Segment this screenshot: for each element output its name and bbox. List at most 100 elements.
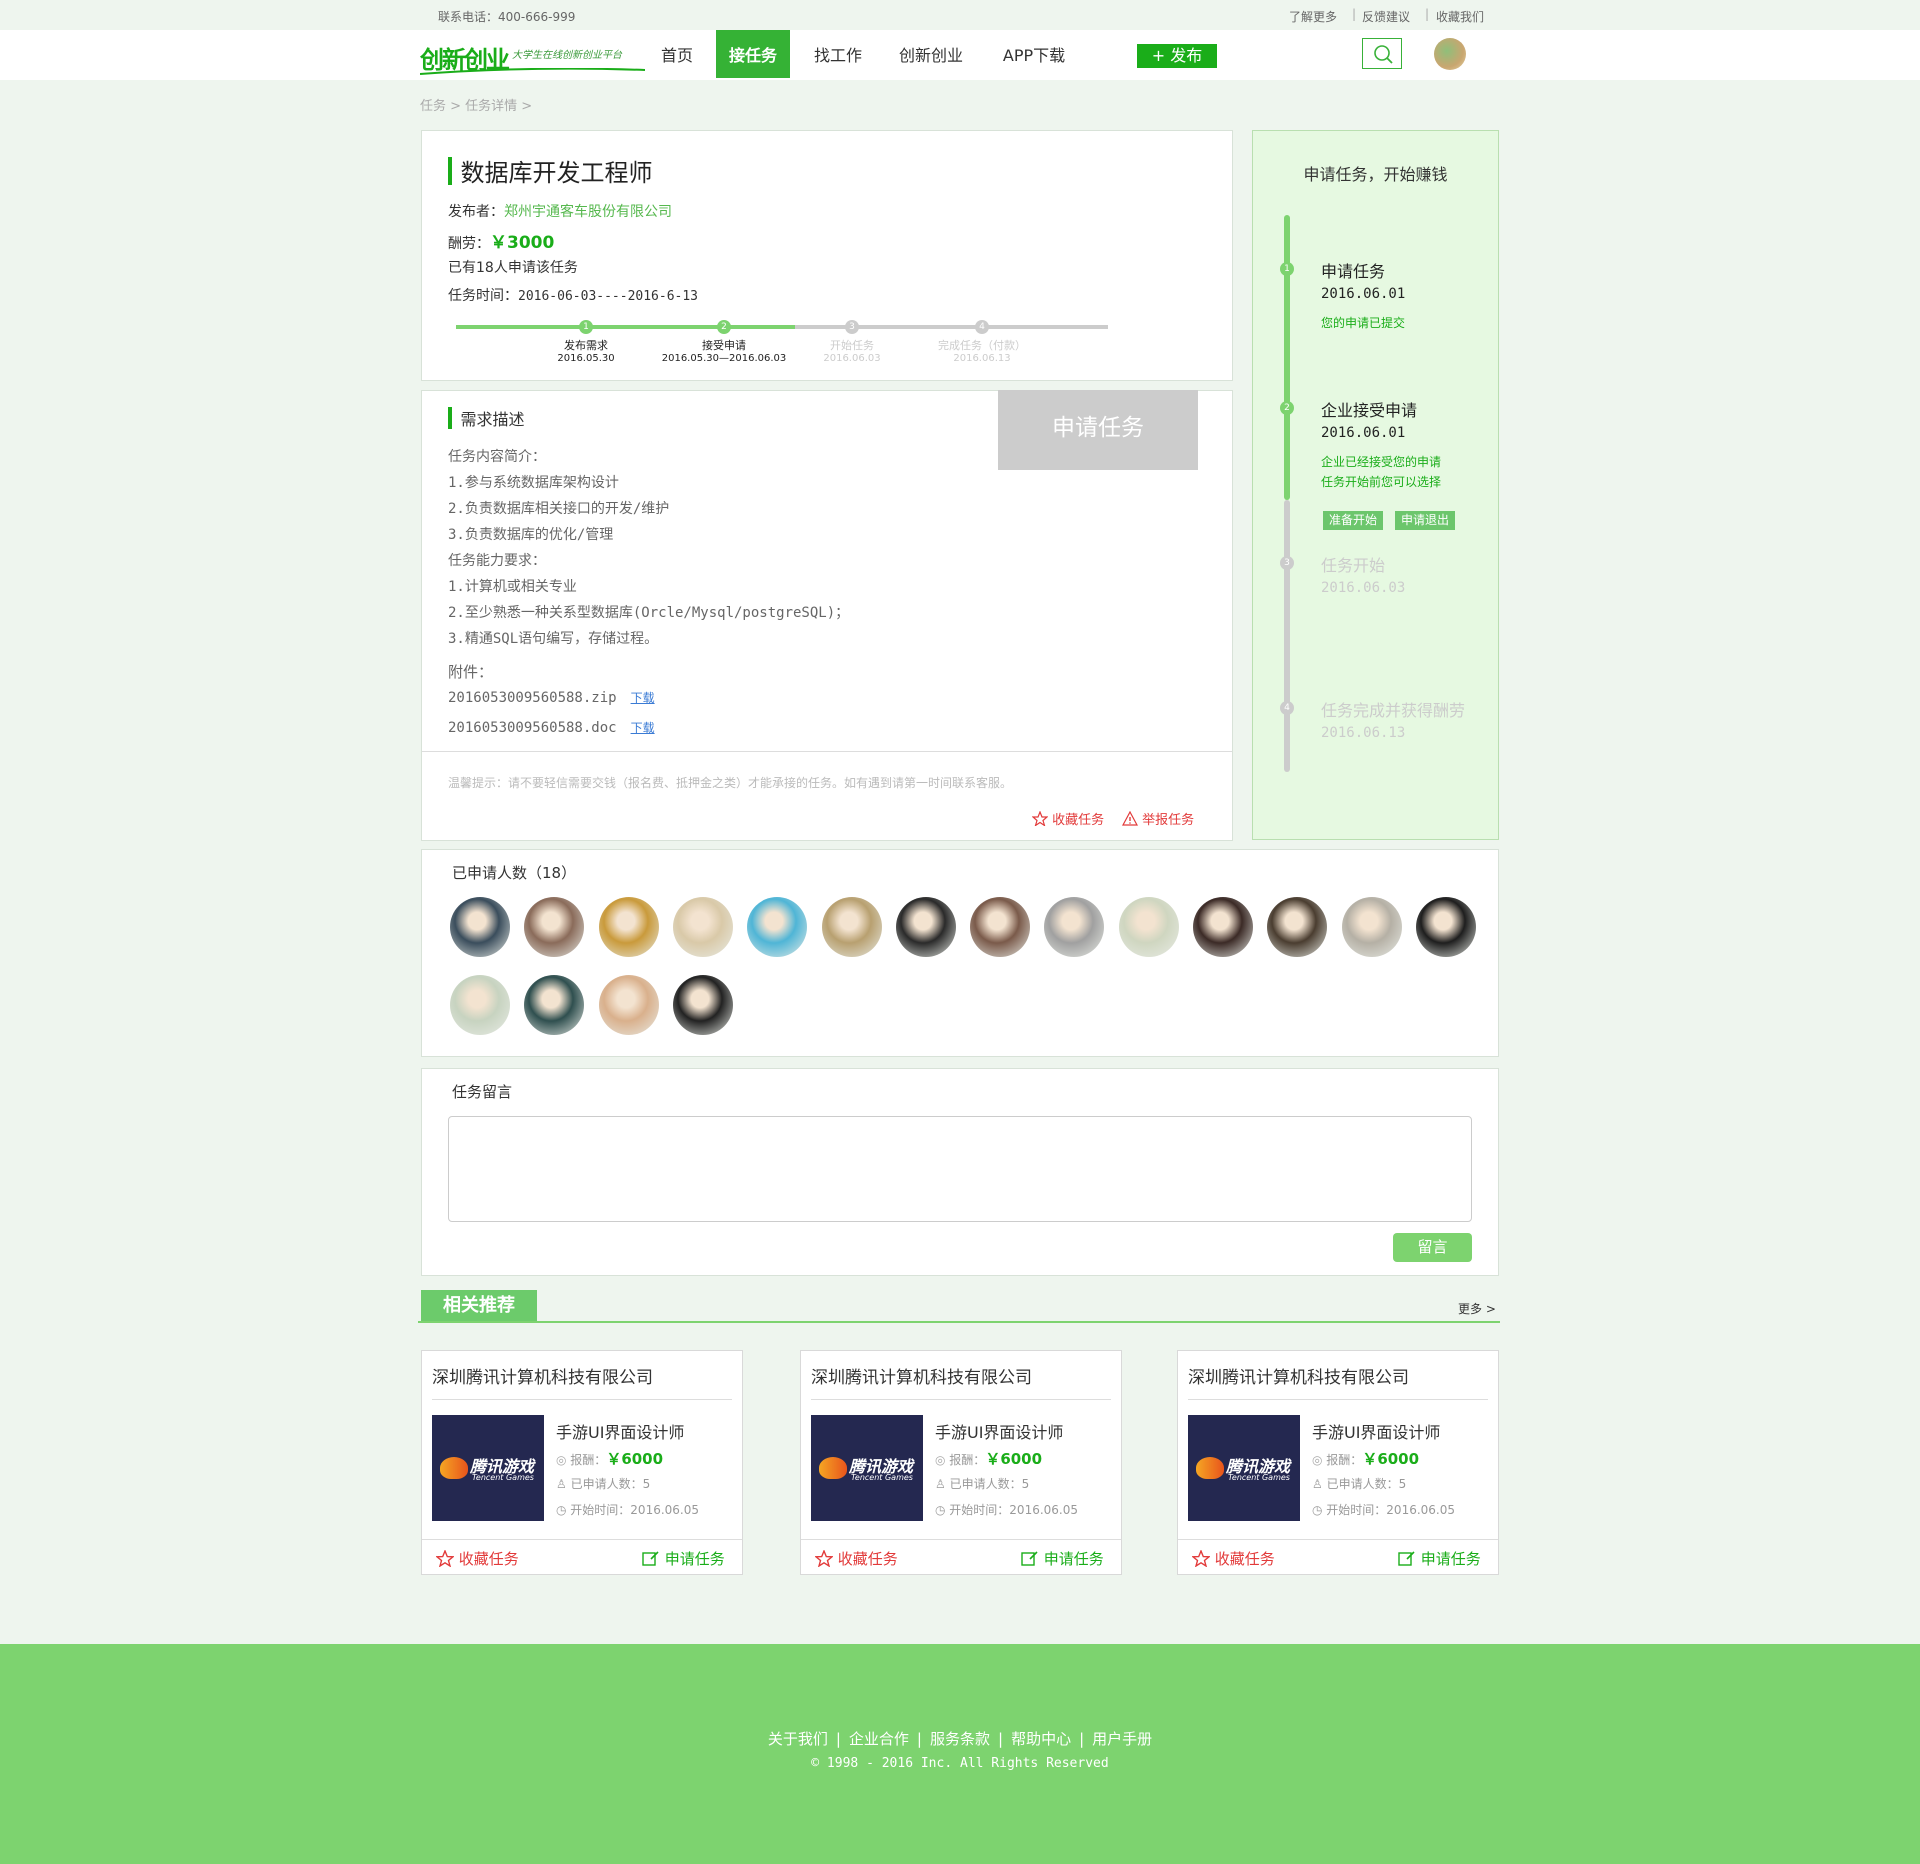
attachments-label: 附件：	[448, 663, 494, 681]
time-label: 任务时间：	[448, 288, 518, 304]
comment-panel: 任务留言 留言	[421, 1068, 1499, 1276]
description-line: 任务能力要求：	[448, 553, 546, 569]
related-more-link[interactable]: 更多 >	[1458, 1300, 1496, 1317]
comment-textarea[interactable]	[448, 1116, 1472, 1222]
user-avatar[interactable]	[1434, 38, 1466, 70]
nav-home[interactable]: 首页	[648, 30, 706, 78]
collect-label: 收藏任务	[1214, 1550, 1275, 1568]
related-card[interactable]: 深圳腾讯计算机科技有限公司 腾讯游戏 Tencent Games 手游UI界面设计师 ◎…	[1177, 1350, 1499, 1575]
related-heading: 相关推荐	[421, 1290, 537, 1322]
progress-fill	[456, 325, 796, 329]
nav-app-download[interactable]: APP下载	[992, 30, 1076, 78]
collect-task-link[interactable]: 收藏任务	[814, 1548, 898, 1569]
applicant-avatar[interactable]	[524, 975, 585, 1035]
apply-task-link[interactable]: 申请任务	[1398, 1548, 1481, 1569]
description-heading: 需求描述	[460, 410, 525, 429]
footer-link[interactable]: 企业合作	[849, 1730, 909, 1748]
footer-link[interactable]: 关于我们	[768, 1730, 828, 1748]
divider: |	[835, 1730, 841, 1748]
publish-button[interactable]: + 发布	[1137, 44, 1217, 68]
nav-innovation[interactable]: 创新创业	[890, 30, 972, 78]
report-task-link[interactable]: 举报任务	[1121, 809, 1194, 828]
applicant-avatar[interactable]	[747, 897, 808, 957]
timeline-step-date: 2016.06.01	[1321, 425, 1406, 441]
start-text: 开始时间：2016.06.05	[949, 1503, 1079, 1517]
collect-task-link[interactable]: 收藏任务	[435, 1548, 519, 1569]
progress-step-dot: 2	[717, 320, 731, 334]
download-link[interactable]: 下载	[631, 721, 655, 735]
related-job-title: 手游UI界面设计师	[556, 1423, 685, 1442]
nav-tasks[interactable]: 接任务	[716, 30, 790, 78]
applicant-avatar[interactable]	[1267, 897, 1328, 957]
applicant-avatar[interactable]	[895, 897, 956, 957]
footer-link[interactable]: 服务条款	[930, 1730, 990, 1748]
site-logo[interactable]: 创新创业 大学生在线创新创业平台	[420, 38, 645, 75]
tencent-games-logo: 腾讯游戏 Tencent Games	[432, 1415, 544, 1521]
applicant-avatar[interactable]	[672, 897, 733, 957]
apply-steps-sidebar: 申请任务，开始赚钱 1 申请任务 2016.06.01 您的申请已提交 2 企业接受申请 2…	[1252, 130, 1499, 840]
apply-label: 申请任务	[1420, 1550, 1481, 1568]
clock-icon: ◷	[1312, 1503, 1327, 1517]
applicant-avatar[interactable]	[672, 975, 733, 1035]
footer-link[interactable]: 帮助中心	[1011, 1730, 1071, 1748]
withdraw-apply-button[interactable]: 申请退出	[1395, 511, 1455, 530]
related-card[interactable]: 深圳腾讯计算机科技有限公司 腾讯游戏 Tencent Games 手游UI界面设计师 ◎…	[800, 1350, 1122, 1575]
search-button[interactable]	[1362, 38, 1402, 69]
applicant-avatar[interactable]	[524, 897, 585, 957]
task-title-row: 数据库开发工程师	[448, 153, 652, 187]
clock-icon: ◷	[935, 1503, 950, 1517]
timeline-progress-pole	[1284, 215, 1290, 500]
related-pay: ◎ 报酬：￥6000	[556, 1448, 663, 1469]
pay-label: 酬劳：	[448, 236, 490, 252]
timeline-step-date: 2016.06.01	[1321, 286, 1406, 302]
feedback-link[interactable]: 反馈建议	[1362, 8, 1410, 25]
description-line: 3.精通SQL语句编写，存储过程。	[448, 631, 659, 647]
applied-text: 已申请人数：5	[570, 1477, 651, 1491]
title-accent-bar	[448, 156, 452, 185]
attachment-item: 2016053009560588.zip 下载	[448, 689, 655, 719]
description-line: 1.计算机或相关专业	[448, 579, 577, 595]
applicant-avatar[interactable]	[1341, 897, 1402, 957]
applicant-avatar[interactable]	[1044, 897, 1105, 957]
description-line: 2.负责数据库相关接口的开发/维护	[448, 501, 670, 517]
applicant-avatar[interactable]	[1193, 897, 1253, 957]
apply-task-button[interactable]: 申请任务	[998, 390, 1198, 470]
related-card-footer: 收藏任务 申请任务	[422, 1539, 742, 1575]
related-applied: ♙ 已申请人数：5	[1312, 1475, 1406, 1492]
tencent-swirl-icon	[1196, 1457, 1224, 1479]
applicant-avatar[interactable]	[450, 975, 510, 1035]
applicant-avatar[interactable]	[450, 897, 510, 957]
ready-start-button[interactable]: 准备开始	[1323, 511, 1383, 530]
start-text: 开始时间：2016.06.05	[570, 1503, 700, 1517]
nav-jobs[interactable]: 找工作	[804, 30, 872, 78]
comment-submit-button[interactable]: 留言	[1393, 1233, 1472, 1262]
divider	[1188, 1399, 1488, 1400]
related-underline	[418, 1321, 1500, 1323]
applicant-avatar[interactable]	[1118, 897, 1179, 957]
divider	[811, 1399, 1111, 1400]
apply-task-link[interactable]: 申请任务	[1021, 1548, 1104, 1569]
contact-phone: 联系电话：400-666-999	[438, 10, 576, 24]
description-heading-row: 需求描述	[448, 406, 524, 430]
applicant-avatar[interactable]	[598, 975, 659, 1035]
learn-more-link[interactable]: 了解更多	[1289, 8, 1337, 25]
bookmark-link[interactable]: 收藏我们	[1436, 8, 1484, 25]
applicant-avatar[interactable]	[598, 897, 659, 957]
related-applied: ♙ 已申请人数：5	[935, 1475, 1029, 1492]
timeline-step-date: 2016.06.13	[1321, 725, 1406, 741]
applicant-avatar[interactable]	[970, 897, 1031, 957]
collect-task-link[interactable]: 收藏任务	[1191, 1548, 1275, 1569]
related-job-title: 手游UI界面设计师	[1312, 1423, 1441, 1442]
applicant-avatar[interactable]	[1415, 897, 1476, 957]
progress-step-label: 发布需求	[564, 339, 608, 352]
applicant-avatar[interactable]	[821, 897, 882, 957]
safety-tip: 温馨提示：请不要轻信需要交钱（报名费、抵押金之类）才能承接的任务。如有遇到请第一…	[448, 776, 1013, 790]
collect-task-link[interactable]: 收藏任务	[1031, 809, 1104, 828]
divider	[422, 751, 1232, 752]
download-link[interactable]: 下载	[631, 691, 655, 705]
apply-task-link[interactable]: 申请任务	[642, 1548, 725, 1569]
publisher-link[interactable]: 郑州宇通客车股份有限公司	[504, 204, 672, 220]
footer-link[interactable]: 用户手册	[1092, 1730, 1152, 1748]
related-card[interactable]: 深圳腾讯计算机科技有限公司 腾讯游戏 Tencent Games 手游UI界面设计师 ◎…	[421, 1350, 743, 1575]
pay-amount: ￥6000	[985, 1450, 1043, 1468]
